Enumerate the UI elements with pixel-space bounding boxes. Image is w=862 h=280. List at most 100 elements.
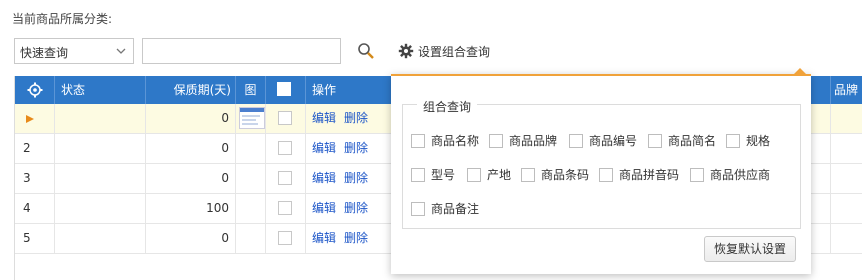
query-mode-select[interactable]: 快速查询: [14, 38, 134, 64]
option-label: 商品名称: [431, 134, 480, 148]
row-indicator-cell: [15, 104, 55, 133]
row-checkbox[interactable]: [278, 231, 292, 245]
status-cell: [55, 104, 146, 133]
row-checkbox[interactable]: [278, 141, 292, 155]
brand-cell: [830, 164, 862, 193]
option-label: 型号: [431, 168, 456, 182]
combo-query-settings-label: 设置组合查询: [418, 44, 491, 59]
shelf-life-cell: 0: [146, 224, 236, 253]
checkbox-cell[interactable]: [266, 224, 306, 253]
option-product-short-name[interactable]: 商品简名: [648, 132, 716, 149]
option-checkbox[interactable]: [489, 133, 503, 148]
reset-defaults-button[interactable]: 恢复默认设置: [704, 236, 796, 262]
edit-link[interactable]: 编辑: [312, 231, 336, 245]
status-cell: [55, 134, 146, 163]
delete-link[interactable]: 删除: [344, 201, 368, 215]
option-model[interactable]: 型号: [411, 166, 455, 183]
option-barcode[interactable]: 商品条码: [521, 166, 589, 183]
checkbox-cell[interactable]: [266, 164, 306, 193]
row-checkbox[interactable]: [278, 201, 292, 215]
option-checkbox[interactable]: [411, 133, 425, 148]
edit-link[interactable]: 编辑: [312, 171, 336, 185]
column-header-brand[interactable]: 品牌: [830, 76, 862, 104]
column-header-status[interactable]: 状态: [55, 76, 146, 104]
option-pinyin-code[interactable]: 商品拼音码: [599, 166, 679, 183]
option-label: 规格: [746, 134, 771, 148]
option-checkbox[interactable]: [521, 167, 535, 182]
select-all-checkbox[interactable]: [277, 82, 291, 96]
actions-cell: 编辑 删除: [306, 104, 396, 133]
combo-query-popover: 组合查询 商品名称 商品品牌 商品编号 商品简名 规格 型号 产地 商品条码 商…: [391, 68, 811, 274]
checkbox-cell[interactable]: [266, 194, 306, 223]
category-caption: 当前商品所属分类:: [12, 12, 113, 26]
option-product-brand[interactable]: 商品品牌: [489, 132, 557, 149]
combo-query-settings-button[interactable]: 设置组合查询: [398, 42, 490, 60]
option-label: 商品编号: [589, 134, 638, 148]
search-icon[interactable]: [357, 42, 375, 60]
edit-link[interactable]: 编辑: [312, 201, 336, 215]
status-cell: [55, 224, 146, 253]
column-header-actions: 操作: [306, 76, 396, 104]
image-cell: [236, 164, 266, 193]
option-label: 商品备注: [431, 202, 480, 216]
current-row-arrow-icon: [26, 115, 34, 123]
row-number-cell: 2: [15, 134, 55, 163]
option-checkbox[interactable]: [411, 167, 425, 182]
option-origin[interactable]: 产地: [467, 166, 511, 183]
row-number-cell: 5: [15, 224, 55, 253]
checkbox-cell[interactable]: [266, 104, 306, 133]
option-spec[interactable]: 规格: [726, 132, 770, 149]
brand-cell: [830, 134, 862, 163]
row-number-cell: 3: [15, 164, 55, 193]
image-cell[interactable]: [236, 104, 266, 133]
option-label: 商品供应商: [710, 168, 771, 182]
actions-cell: 编辑 删除: [306, 224, 396, 253]
option-checkbox[interactable]: [599, 167, 613, 182]
delete-link[interactable]: 删除: [344, 141, 368, 155]
product-thumbnail[interactable]: [239, 107, 265, 129]
option-product-code[interactable]: 商品编号: [569, 132, 637, 149]
brand-cell: [830, 104, 862, 133]
option-supplier[interactable]: 商品供应商: [690, 166, 770, 183]
column-header-checkbox[interactable]: [266, 76, 306, 104]
option-label: 商品简名: [668, 134, 717, 148]
column-header-shelf-life[interactable]: 保质期(天): [146, 76, 236, 104]
option-checkbox[interactable]: [411, 201, 425, 216]
option-product-name[interactable]: 商品名称: [411, 132, 479, 149]
actions-cell: 编辑 删除: [306, 164, 396, 193]
option-checkbox[interactable]: [467, 167, 481, 182]
edit-link[interactable]: 编辑: [312, 111, 336, 125]
search-input[interactable]: [142, 38, 341, 64]
shelf-life-cell: 100: [146, 194, 236, 223]
option-checkbox[interactable]: [690, 167, 704, 182]
status-cell: [55, 164, 146, 193]
delete-link[interactable]: 删除: [344, 171, 368, 185]
option-label: 商品拼音码: [619, 168, 680, 182]
gear-icon[interactable]: [27, 82, 43, 98]
option-label: 商品条码: [541, 168, 590, 182]
option-checkbox[interactable]: [648, 133, 662, 148]
option-checkbox[interactable]: [726, 133, 740, 148]
row-checkbox[interactable]: [278, 111, 292, 125]
actions-cell: 编辑 删除: [306, 134, 396, 163]
option-checkbox[interactable]: [569, 133, 583, 148]
popover-caret: [793, 68, 807, 75]
column-header-image[interactable]: 图: [236, 76, 266, 104]
combo-query-legend: 组合查询: [417, 98, 478, 115]
option-remark[interactable]: 商品备注: [411, 200, 479, 217]
brand-cell: [830, 194, 862, 223]
edit-link[interactable]: 编辑: [312, 141, 336, 155]
column-settings-cell[interactable]: [15, 76, 55, 104]
query-mode-value: 快速查询: [20, 46, 69, 60]
option-label: 产地: [487, 168, 512, 182]
delete-link[interactable]: 删除: [344, 111, 368, 125]
image-cell: [236, 134, 266, 163]
checkbox-cell[interactable]: [266, 134, 306, 163]
option-label: 商品品牌: [509, 134, 558, 148]
gear-icon: [398, 43, 414, 59]
image-cell: [236, 224, 266, 253]
actions-cell: 编辑 删除: [306, 194, 396, 223]
status-cell: [55, 194, 146, 223]
delete-link[interactable]: 删除: [344, 231, 368, 245]
row-checkbox[interactable]: [278, 171, 292, 185]
